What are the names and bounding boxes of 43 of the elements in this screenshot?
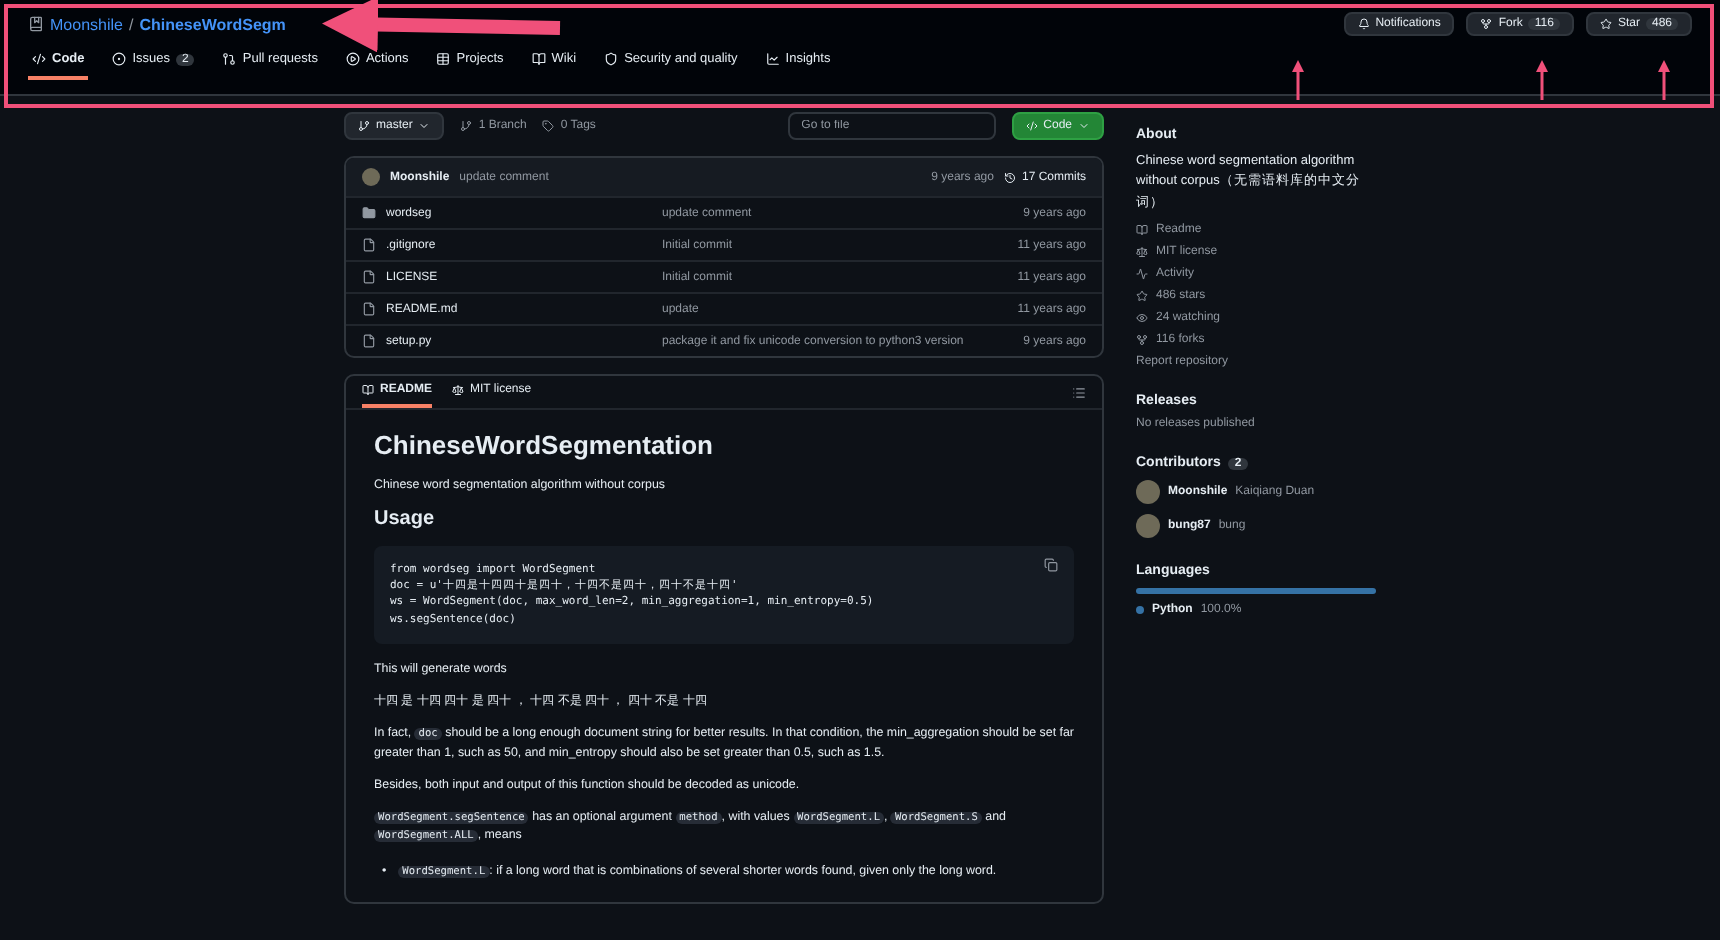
fork-icon xyxy=(1136,334,1148,347)
annotation-arrow xyxy=(1536,60,1548,100)
file-icon xyxy=(362,238,376,252)
book-icon xyxy=(362,384,374,396)
star-icon xyxy=(1136,290,1148,303)
shield-icon xyxy=(604,52,619,66)
branch-icon xyxy=(358,120,370,132)
bell-icon xyxy=(1357,18,1370,30)
table-icon xyxy=(436,52,451,66)
book-icon xyxy=(531,52,546,66)
scale-icon xyxy=(452,384,465,396)
annotation-arrow xyxy=(1292,60,1304,100)
file-icon xyxy=(362,334,376,348)
code-icon xyxy=(32,52,46,66)
graph-icon xyxy=(765,52,780,66)
owner-link[interactable]: Moonshile xyxy=(50,15,123,33)
repo-icon xyxy=(28,16,44,32)
code-icon xyxy=(1025,120,1038,132)
file-icon xyxy=(362,302,376,316)
readme-title: ChineseWordSegmentation xyxy=(374,430,716,460)
pulse-icon xyxy=(1136,268,1148,281)
annotation-arrow xyxy=(1658,60,1670,100)
folder-icon xyxy=(362,206,376,220)
fork-icon xyxy=(1480,18,1493,30)
avatar xyxy=(362,168,380,186)
book-icon xyxy=(1136,224,1148,237)
copy-icon[interactable] xyxy=(1044,557,1058,572)
tag-icon xyxy=(542,120,555,132)
issues-icon xyxy=(112,52,127,66)
caret-icon xyxy=(1078,120,1090,132)
repo-link[interactable]: ChineseWordSegm xyxy=(139,15,286,33)
eye-icon xyxy=(1136,312,1148,325)
section-heading: Usage xyxy=(374,507,437,530)
scale-icon xyxy=(1136,246,1148,259)
play-icon xyxy=(345,52,360,66)
caret-icon xyxy=(418,120,431,132)
star-icon xyxy=(1599,18,1612,30)
file-icon xyxy=(362,270,376,284)
history-icon xyxy=(1003,171,1016,183)
pull-request-icon xyxy=(222,52,237,66)
outline-icon[interactable] xyxy=(1072,385,1086,399)
branch-icon xyxy=(460,120,473,132)
path-separator: / xyxy=(128,15,134,33)
